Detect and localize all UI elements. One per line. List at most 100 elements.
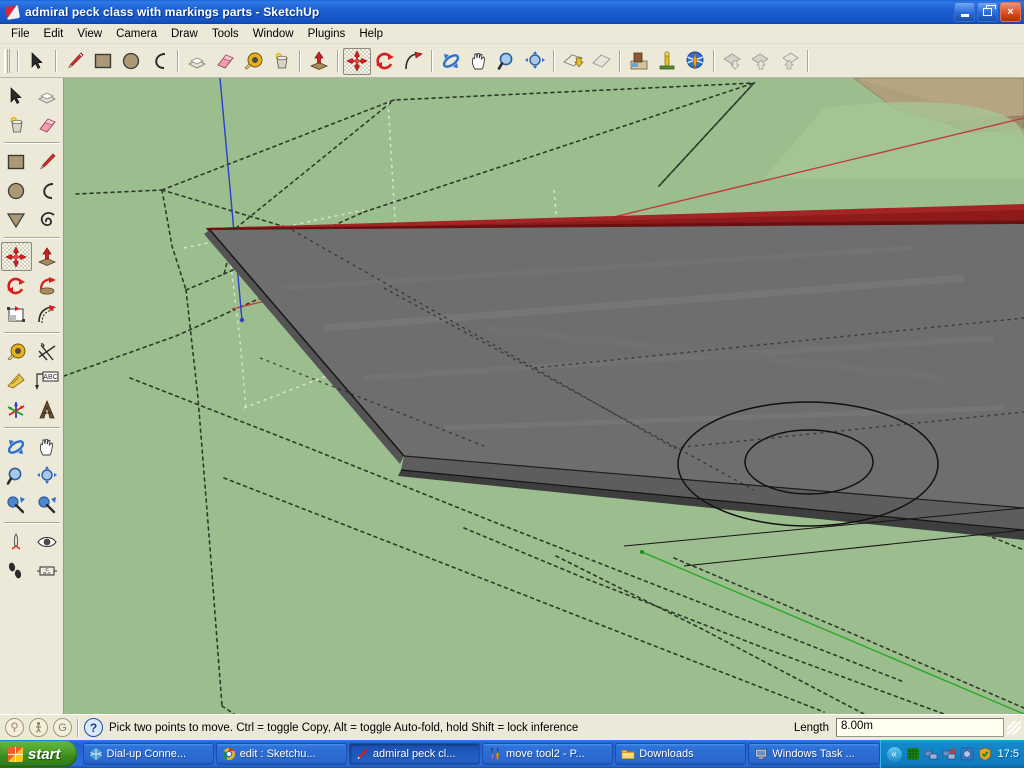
toolbar-row <box>1 271 63 300</box>
protractor-icon <box>7 372 25 389</box>
eraser-tool-button-left[interactable] <box>32 110 63 139</box>
section-plane-tool-button-left[interactable]: C R-5 <box>32 556 63 585</box>
tray-icon-network-disconnected[interactable] <box>942 747 956 761</box>
line-tool-button-left[interactable] <box>32 147 63 176</box>
pan-tool-button-left[interactable] <box>32 432 63 461</box>
protractor-tool-button-left[interactable] <box>1 366 32 395</box>
taskbar-clock[interactable]: 17:5 <box>998 748 1019 760</box>
taskbar-item-taskmanager[interactable]: Windows Task ... <box>748 743 880 765</box>
pan-tool-button[interactable] <box>465 48 493 75</box>
follow-me-tool-button-left[interactable] <box>32 271 63 300</box>
orbit-tool-button-left[interactable] <box>1 432 32 461</box>
taskbar-item-label: move tool2 - P... <box>506 748 585 760</box>
resize-grip[interactable] <box>1007 720 1021 735</box>
layers-upload-button[interactable] <box>747 48 775 75</box>
3d-modeling-viewport[interactable] <box>64 78 1024 714</box>
get-models-button[interactable] <box>625 48 653 75</box>
arc-tool-button-left[interactable] <box>32 176 63 205</box>
question-mark-icon[interactable]: ? <box>84 718 103 737</box>
pin-circle-icon[interactable] <box>5 718 24 737</box>
next-view-button-left[interactable] <box>32 490 63 519</box>
line-tool-button[interactable] <box>61 48 89 75</box>
polygon-tool-button-left[interactable] <box>1 205 32 234</box>
person-circle-icon[interactable] <box>29 718 48 737</box>
menu-window[interactable]: Window <box>246 26 301 42</box>
toolbar-row <box>1 395 63 424</box>
rotate-tool-button[interactable] <box>371 48 399 75</box>
menu-camera[interactable]: Camera <box>109 26 164 42</box>
zoom-extents-tool-button-left[interactable] <box>32 461 63 490</box>
look-around-tool-button-left[interactable] <box>32 527 63 556</box>
taskbar-item-movetool[interactable]: move tool2 - P... <box>482 743 614 765</box>
zoom-extents-tool-button[interactable] <box>521 48 549 75</box>
make-component-tool-button[interactable] <box>183 48 211 75</box>
next-view-button[interactable] <box>587 48 615 75</box>
select-tool-button[interactable] <box>23 48 51 75</box>
tape-measure-tool-button-left[interactable] <box>1 337 32 366</box>
push-pull-tool-button-left[interactable] <box>32 242 63 271</box>
tray-icon-shield-check[interactable] <box>978 747 992 761</box>
3d-text-tool-button-left[interactable] <box>32 395 63 424</box>
taskbar-item-chrome[interactable]: edit : Sketchu... <box>215 743 347 765</box>
measurement-input[interactable]: 8.00m <box>836 718 1004 737</box>
component-box-icon <box>38 92 56 103</box>
taskbar-item-sketchup[interactable]: admiral peck cl... <box>348 743 481 765</box>
rotate-tool-button-left[interactable] <box>1 271 32 300</box>
share-model-button[interactable] <box>653 48 681 75</box>
start-button[interactable]: start <box>0 741 77 767</box>
offset-tool-button-left[interactable] <box>32 300 63 329</box>
toolbar-grip[interactable] <box>4 49 10 73</box>
toolbar-separator <box>177 50 179 72</box>
rectangle-tool-button[interactable] <box>89 48 117 75</box>
select-tool-button-left[interactable] <box>1 81 32 110</box>
scale-tool-button-left[interactable] <box>1 300 32 329</box>
tray-icon-blue-disc[interactable] <box>960 747 974 761</box>
zoom-tool-button[interactable] <box>493 48 521 75</box>
orbit-tool-button[interactable] <box>437 48 465 75</box>
toolbar-separator <box>3 332 60 334</box>
rectangle-tool-button-left[interactable] <box>1 147 32 176</box>
position-camera-tool-button-left[interactable] <box>1 527 32 556</box>
g-circle-icon[interactable]: G <box>53 718 72 737</box>
menu-help[interactable]: Help <box>352 26 390 42</box>
previous-view-button-left[interactable] <box>1 490 32 519</box>
taskbar-item-dialup[interactable]: Dial-up Conne... <box>82 743 214 765</box>
menu-view[interactable]: View <box>70 26 109 42</box>
freehand-tool-button-left[interactable] <box>32 205 63 234</box>
move-tool-button-left[interactable] <box>0 242 32 271</box>
taskbar-item-downloads[interactable]: Downloads <box>615 743 747 765</box>
menu-edit[interactable]: Edit <box>37 26 71 42</box>
tray-expand-button[interactable]: « <box>886 746 902 762</box>
layers-download-button[interactable] <box>719 48 747 75</box>
windows-taskbar: start Dial-up Conne... edit : Sketchu... <box>0 740 1024 768</box>
close-button[interactable]: × <box>1000 2 1021 22</box>
menu-tools[interactable]: Tools <box>205 26 246 42</box>
text-tool-button-left[interactable]: ABC <box>32 366 63 395</box>
paint-bucket-tool-button-left[interactable] <box>1 110 32 139</box>
walk-tool-button-left[interactable] <box>1 556 32 585</box>
move-tool-button[interactable] <box>343 47 371 75</box>
tray-icon-network[interactable] <box>924 747 938 761</box>
paint-bucket-tool-button[interactable] <box>267 48 295 75</box>
restore-button[interactable] <box>977 2 998 22</box>
minimize-button[interactable] <box>954 2 975 22</box>
circle-tool-button[interactable] <box>117 48 145 75</box>
earth-button[interactable] <box>681 48 709 75</box>
make-component-tool-button-left[interactable] <box>32 81 63 110</box>
arc-tool-button[interactable] <box>145 48 173 75</box>
dimension-tool-button-left[interactable] <box>32 337 63 366</box>
push-pull-tool-button[interactable] <box>305 48 333 75</box>
menu-plugins[interactable]: Plugins <box>301 26 353 42</box>
follow-me-tool-button[interactable] <box>399 48 427 75</box>
tape-measure-tool-button[interactable] <box>239 48 267 75</box>
previous-view-button[interactable] <box>559 48 587 75</box>
zoom-tool-button-left[interactable] <box>1 461 32 490</box>
layers-place-button[interactable] <box>775 48 803 75</box>
axes-tool-button-left[interactable] <box>1 395 32 424</box>
menu-file[interactable]: File <box>4 26 37 42</box>
pin-glyph <box>11 722 18 732</box>
tray-icon-green-grid[interactable] <box>906 747 920 761</box>
circle-tool-button-left[interactable] <box>1 176 32 205</box>
menu-draw[interactable]: Draw <box>164 26 205 42</box>
eraser-tool-button[interactable] <box>211 48 239 75</box>
